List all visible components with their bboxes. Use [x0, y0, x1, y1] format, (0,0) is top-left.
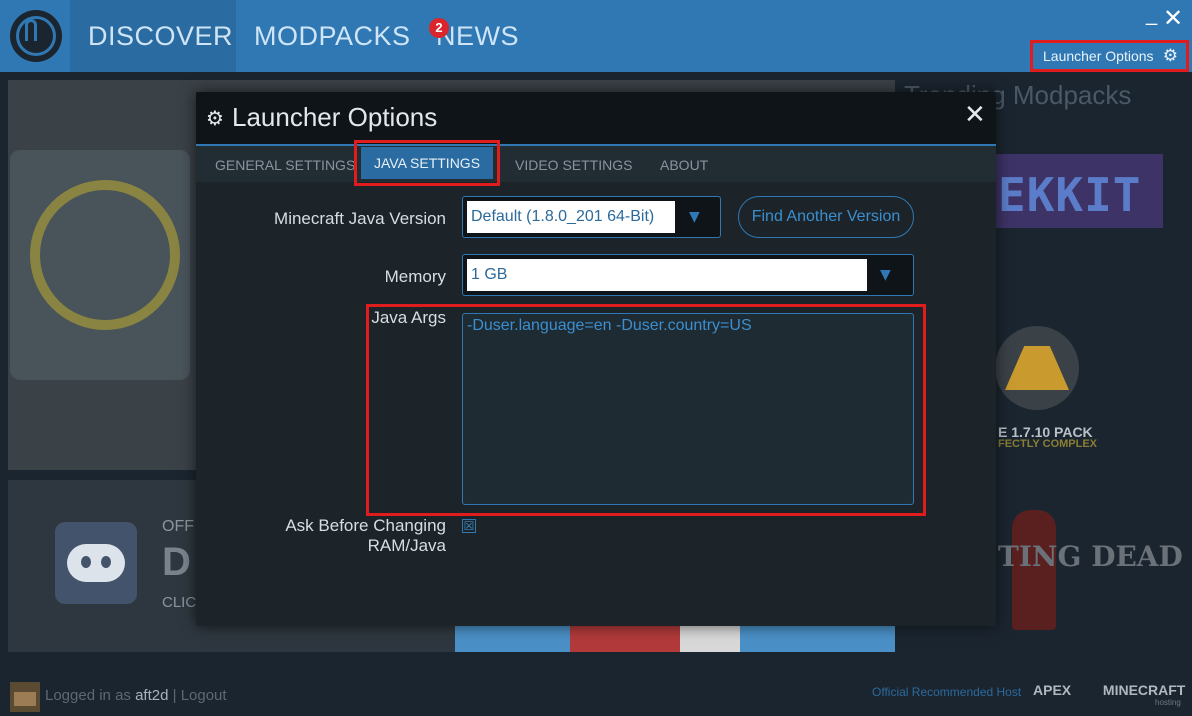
dialog-header: ⚙ Launcher Options ✕: [196, 92, 996, 144]
dialog-title: Launcher Options: [232, 102, 438, 132]
apex-hosting-text: hosting: [1155, 698, 1181, 707]
window-close-button[interactable]: ✕: [1163, 4, 1183, 32]
discord-banner-click-text: CLIC: [162, 594, 197, 611]
launcher-options-button[interactable]: Launcher Options ⚙: [1030, 40, 1189, 72]
login-status: Logged in as aft2d | Logout: [45, 687, 227, 704]
pack-subtitle-text: FECTLY COMPLEX: [998, 438, 1098, 450]
discord-eye-right: [101, 556, 111, 568]
apex-logo-left: APEX: [1033, 682, 1072, 698]
tab-about[interactable]: ABOUT: [660, 146, 708, 182]
memory-value: 1 GB: [467, 259, 867, 291]
featured-emblem-image: [10, 150, 190, 380]
dialog-close-button[interactable]: ✕: [964, 100, 986, 130]
settings-tabs: GENERAL SETTINGS JAVA SETTINGS VIDEO SET…: [196, 140, 996, 186]
app-logo[interactable]: [10, 10, 62, 62]
java-version-value: Default (1.8.0_201 64-Bit): [467, 201, 675, 233]
nav-tab-news[interactable]: NEWS: [436, 0, 519, 72]
gear-icon: ⚙: [206, 106, 224, 130]
discord-banner-off-text: OFF: [162, 518, 194, 535]
discord-face-shape: [67, 544, 125, 582]
discord-banner-big-text: D: [162, 540, 191, 584]
discord-eye-left: [81, 556, 91, 568]
memory-select[interactable]: 1 GB ▼: [462, 254, 914, 296]
banner-strip-white: [680, 626, 740, 652]
username-text: aft2d: [135, 687, 169, 704]
minimize-button[interactable]: _: [1146, 4, 1157, 27]
discord-icon: [55, 522, 137, 604]
tab-java-settings-highlight[interactable]: JAVA SETTINGS: [354, 140, 500, 186]
avatar-face-shape: [14, 692, 36, 706]
chevron-down-icon[interactable]: ▼: [880, 267, 891, 283]
avatar: [10, 682, 40, 712]
java-args-label: Java Args: [371, 308, 446, 327]
nav-tab-modpacks[interactable]: MODPACKS: [254, 0, 411, 72]
tab-java-settings[interactable]: JAVA SETTINGS: [361, 147, 493, 179]
logged-in-prefix: Logged in as: [45, 687, 136, 704]
tekkit-logo-text: EKKIT: [998, 168, 1142, 222]
banner-strip-red: [570, 626, 680, 652]
java-version-select[interactable]: Default (1.8.0_201 64-Bit) ▼: [462, 196, 721, 238]
walking-dead-pack-text[interactable]: TING DEAD: [998, 540, 1183, 573]
footer-separator: |: [168, 687, 181, 704]
apex-logo[interactable]: APEX MINECRAFT: [1033, 682, 1185, 698]
ask-before-changing-label: Ask Before Changing RAM/Java: [285, 516, 446, 555]
launcher-options-dialog: ⚙ Launcher Options ✕ GENERAL SETTINGS JA…: [196, 92, 996, 626]
memory-label: Memory: [384, 267, 446, 286]
top-bar: DISCOVER MODPACKS NEWS 2 _ ✕ Launcher Op…: [0, 0, 1192, 72]
logout-link[interactable]: Logout: [181, 687, 227, 704]
gear-icon: ⚙: [1162, 46, 1178, 66]
launcher-options-label: Launcher Options: [1043, 48, 1154, 64]
nav-tab-discover[interactable]: DISCOVER: [70, 0, 236, 72]
java-args-textarea[interactable]: -Duser.language=en -Duser.country=US: [462, 313, 914, 505]
ask-before-changing-checkbox[interactable]: ☒: [462, 519, 476, 533]
apex-logo-right: MINECRAFT: [1102, 682, 1186, 698]
news-count-badge: 2: [429, 18, 449, 38]
emblem-ring-icon: [30, 180, 180, 330]
tab-general-settings[interactable]: GENERAL SETTINGS: [215, 146, 355, 182]
tab-video-settings[interactable]: VIDEO SETTINGS: [515, 146, 632, 182]
chevron-down-icon[interactable]: ▼: [689, 209, 700, 225]
recommended-host-text[interactable]: Official Recommended Host: [872, 685, 1021, 699]
find-another-version-button[interactable]: Find Another Version: [738, 196, 914, 238]
java-version-label: Minecraft Java Version: [274, 209, 446, 228]
logo-mark-icon: [25, 19, 37, 41]
